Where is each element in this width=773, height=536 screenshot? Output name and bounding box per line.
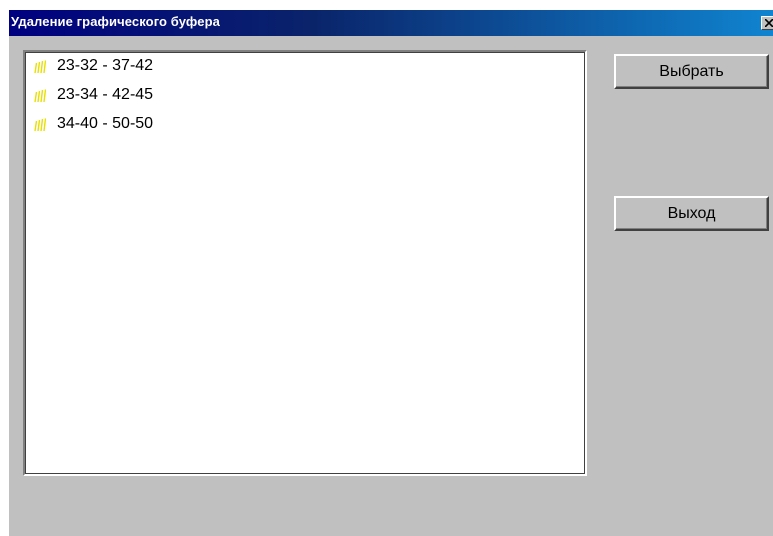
close-button[interactable] — [761, 16, 773, 30]
list-item-label: 23-34 - 42-45 — [57, 86, 154, 103]
list-item[interactable]: 23-32 - 37-42 — [33, 54, 153, 78]
folder-stripes-icon — [34, 60, 46, 74]
select-button[interactable]: Выбрать — [614, 54, 769, 89]
list-item-label: 34-40 - 50-50 — [57, 115, 154, 132]
close-icon — [765, 19, 773, 27]
list-item-label: 23-32 - 37-42 — [57, 57, 154, 74]
window-title: Удаление графического буфера — [11, 14, 220, 29]
dialog-window: Удаление графического буфера 23-32 - 37-… — [9, 10, 773, 536]
list-item[interactable]: 23-34 - 42-45 — [33, 83, 153, 107]
buffer-list[interactable]: 23-32 - 37-42 23-34 - 42-45 34-40 - 50-5… — [23, 50, 587, 476]
list-item[interactable]: 34-40 - 50-50 — [33, 112, 153, 136]
folder-stripes-icon — [34, 118, 46, 132]
title-bar[interactable]: Удаление графического буфера — [9, 10, 773, 36]
exit-button[interactable]: Выход — [614, 196, 769, 231]
folder-stripes-icon — [34, 89, 46, 103]
